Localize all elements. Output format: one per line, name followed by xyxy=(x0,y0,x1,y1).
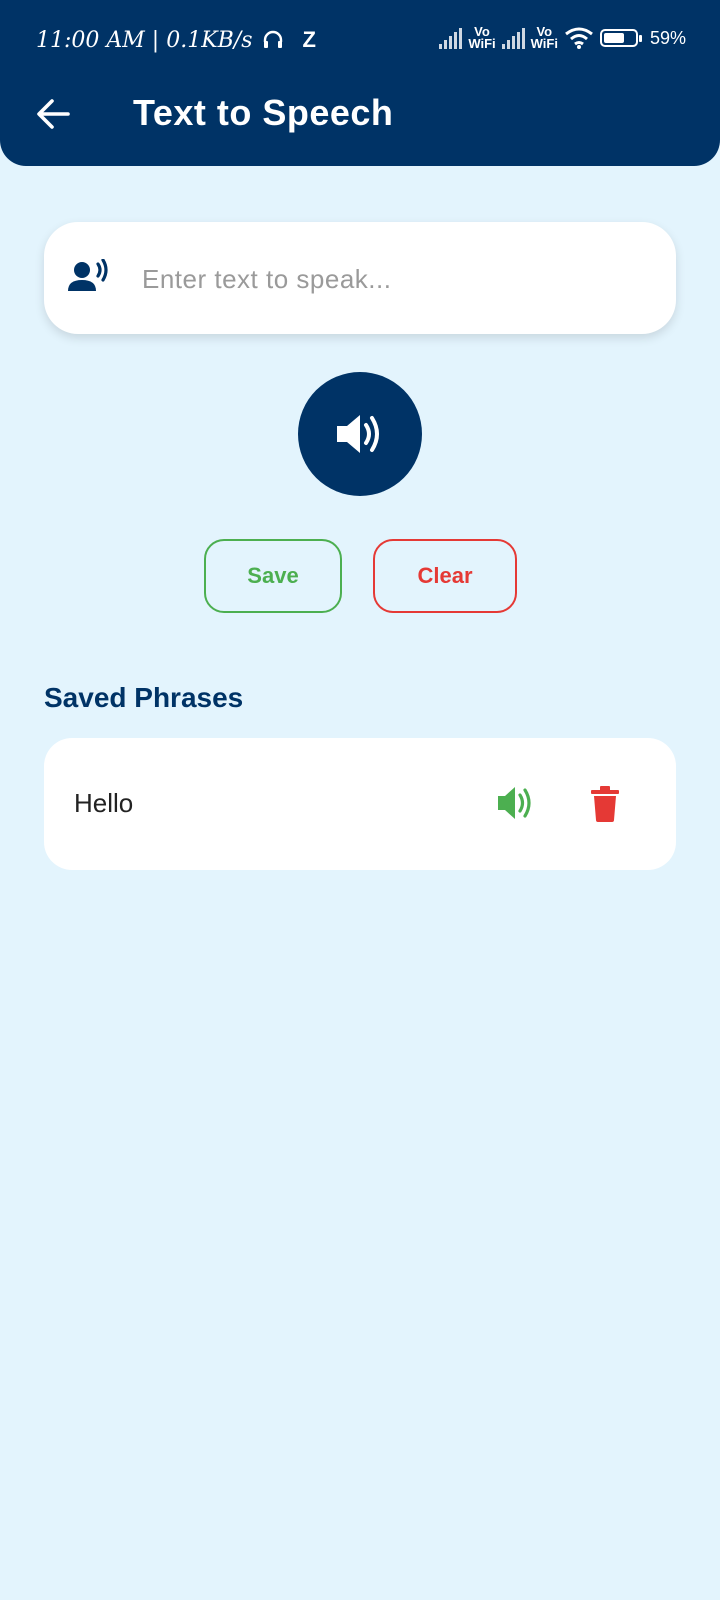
trash-icon xyxy=(591,786,619,822)
status-left: 11:00 AM | 0.1KB/s Z xyxy=(36,27,316,53)
play-phrase-button[interactable] xyxy=(496,784,534,822)
status-right: Vo WiFi Vo WiFi 59% xyxy=(439,24,686,51)
wifi-icon xyxy=(565,27,593,49)
headphones-icon xyxy=(263,30,282,48)
speaker-icon xyxy=(337,415,379,453)
phrase-text: Hello xyxy=(74,788,134,818)
vowifi-label-1: Vo WiFi xyxy=(468,24,496,51)
vowifi-label-2: Vo WiFi xyxy=(530,24,558,51)
page-title: Text to Speech xyxy=(133,92,394,133)
signal-icon-1 xyxy=(439,27,463,49)
back-button[interactable] xyxy=(34,95,72,133)
status-time-speed: 11:00 AM | 0.1KB/s xyxy=(36,27,253,53)
z-label: Z xyxy=(302,27,316,52)
battery-percent: 59% xyxy=(649,27,686,48)
speaker-icon xyxy=(498,787,531,819)
app-header: 11:00 AM | 0.1KB/s Z Vo WiFi Vo WiFi 59%… xyxy=(0,0,720,166)
speak-button[interactable] xyxy=(298,372,422,496)
signal-icon-2 xyxy=(501,27,525,49)
voice-person-icon xyxy=(68,259,108,291)
saved-phrases-title: Saved Phrases xyxy=(44,682,244,713)
delete-phrase-button[interactable] xyxy=(590,786,620,822)
list-item: Hello xyxy=(44,738,676,870)
battery-icon xyxy=(599,29,642,47)
save-button[interactable]: Save xyxy=(204,539,342,613)
clear-button[interactable]: Clear xyxy=(373,539,517,613)
arrow-left-icon xyxy=(37,99,70,129)
speech-text-input[interactable] xyxy=(140,246,644,312)
text-input-card xyxy=(44,222,676,334)
status-bar: 11:00 AM | 0.1KB/s Z Vo WiFi Vo WiFi 59% xyxy=(0,0,720,82)
